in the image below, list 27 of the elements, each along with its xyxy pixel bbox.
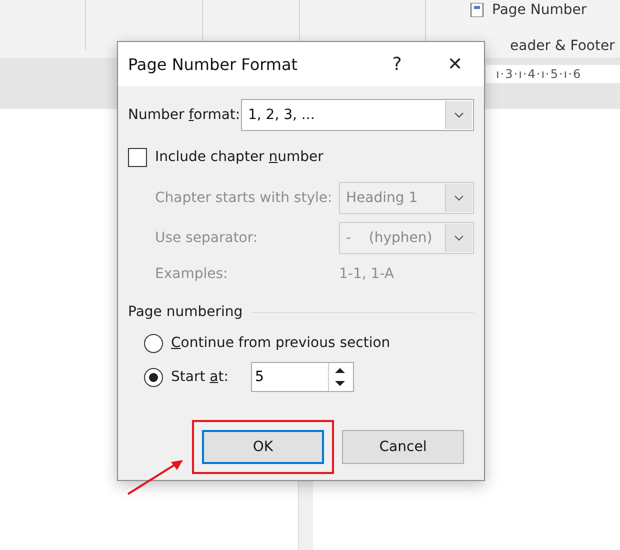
page-icon bbox=[470, 3, 484, 17]
radio-button[interactable] bbox=[144, 368, 163, 386]
checkbox-label: Include chapter number bbox=[155, 149, 324, 165]
radio-label: Continue from previous section bbox=[171, 335, 390, 351]
ruler: ı·3·ı·4·ı·5·ı·6 bbox=[486, 65, 620, 83]
group-label: eader & Footer bbox=[509, 38, 616, 54]
radio-button[interactable] bbox=[144, 334, 163, 352]
number-input[interactable]: 5 bbox=[252, 363, 328, 391]
field-label: Chapter starts with style: bbox=[155, 190, 334, 206]
field-label: Use separator: bbox=[155, 230, 259, 246]
examples-value: 1-1, 1-A bbox=[339, 266, 394, 282]
group-title: Page numbering bbox=[128, 304, 243, 320]
radio-label: Start at: bbox=[171, 369, 230, 385]
number-format-dropdown[interactable]: 1, 2, 3, ... bbox=[241, 99, 474, 131]
chevron-icon bbox=[454, 195, 464, 201]
help-button[interactable]: ? bbox=[368, 42, 426, 86]
start-at-field[interactable]: 5 bbox=[251, 362, 354, 392]
chevron-icon bbox=[454, 235, 464, 241]
dialog-button[interactable]: Cancel bbox=[342, 430, 464, 464]
dialog-title: Page Number Format bbox=[128, 54, 299, 74]
close-button[interactable]: ✕ bbox=[426, 42, 484, 86]
dialog-button[interactable]: OK bbox=[202, 430, 324, 464]
chevron-icon bbox=[454, 112, 464, 118]
checkbox[interactable] bbox=[128, 148, 147, 166]
number-format-label: Number format: bbox=[128, 107, 241, 123]
page-number-button[interactable]: Page Number bbox=[492, 2, 587, 18]
field-label: Examples: bbox=[155, 266, 229, 282]
